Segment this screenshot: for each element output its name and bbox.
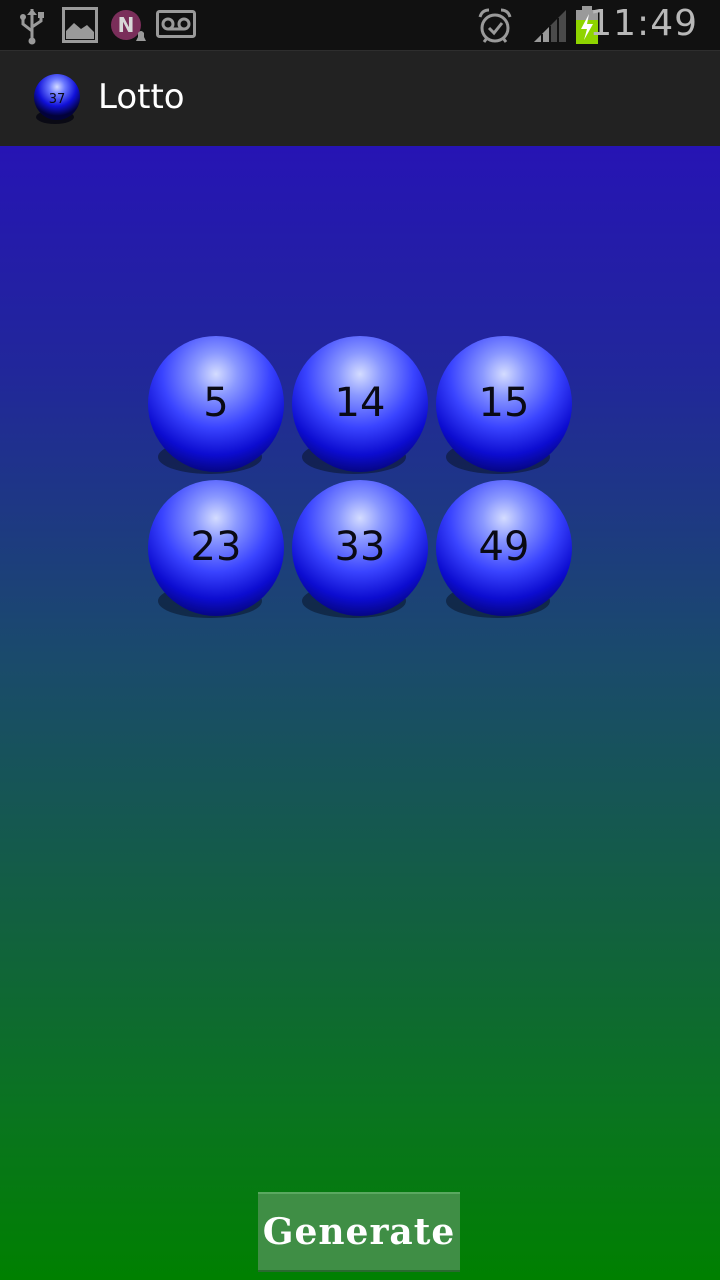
lotto-ball: 33 bbox=[292, 480, 428, 624]
status-bar: N 11:49 bbox=[0, 0, 720, 50]
signal-icon bbox=[532, 8, 568, 48]
ball-number: 23 bbox=[190, 524, 242, 570]
gallery-icon bbox=[62, 7, 98, 47]
alarm-icon bbox=[476, 7, 514, 49]
ball-number: 14 bbox=[334, 380, 386, 426]
ball-number: 5 bbox=[203, 380, 229, 426]
app-icon-number: 37 bbox=[49, 92, 66, 107]
usb-icon bbox=[18, 7, 46, 49]
lotto-ball: 5 bbox=[148, 336, 284, 480]
action-bar: 37 Lotto bbox=[0, 50, 720, 147]
notification-app-icon: N bbox=[110, 7, 148, 47]
lotto-ball: 15 bbox=[436, 336, 572, 480]
lotto-ball: 49 bbox=[436, 480, 572, 624]
app-title: Lotto bbox=[98, 77, 185, 117]
ball-number: 49 bbox=[478, 524, 530, 570]
ball-number: 15 bbox=[478, 380, 530, 426]
status-time: 11:49 bbox=[589, 3, 698, 44]
lotto-ball-app-icon[interactable]: 37 bbox=[32, 73, 82, 124]
ball-number: 33 bbox=[334, 524, 386, 570]
svg-text:N: N bbox=[118, 13, 135, 37]
voicemail-icon bbox=[156, 7, 196, 45]
lotto-ball: 23 bbox=[148, 480, 284, 624]
generate-button[interactable]: Generate bbox=[258, 1192, 460, 1272]
lotto-ball: 14 bbox=[292, 336, 428, 480]
main-content: 5 14 15 23 33 49 Generate bbox=[0, 146, 720, 1280]
